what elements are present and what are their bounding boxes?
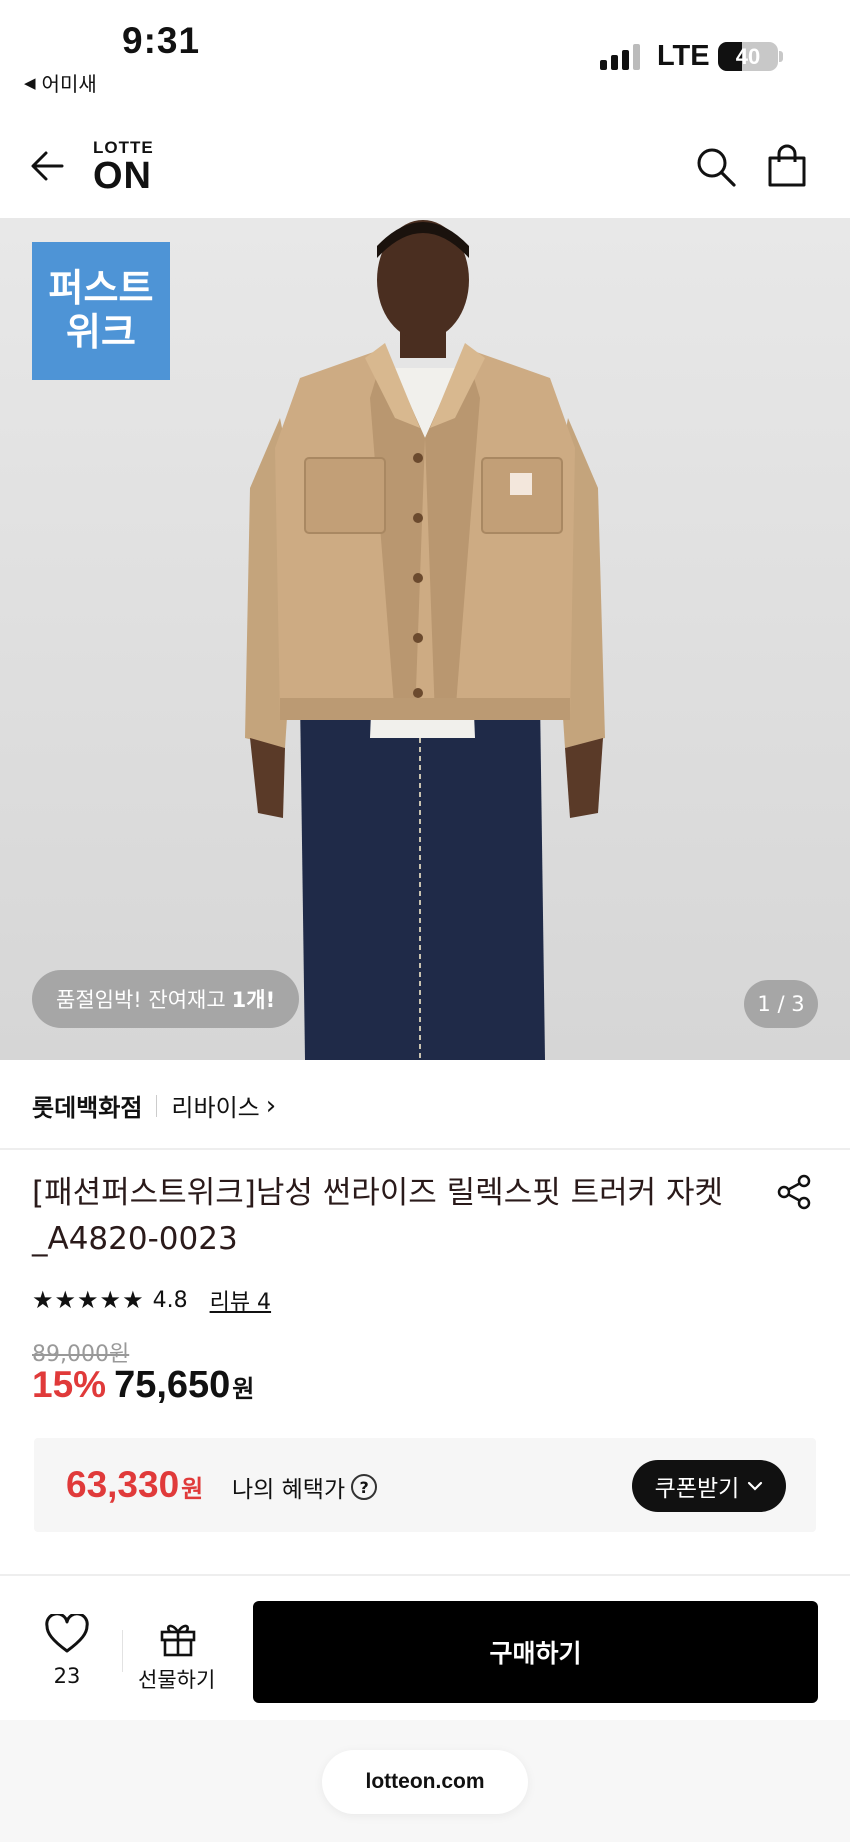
back-arrow-icon[interactable] [28, 146, 68, 186]
lotte-on-logo[interactable]: LOTTE ON [93, 138, 154, 197]
status-bar: 9:31 ◀ 어미새 LTE 40 [0, 0, 850, 110]
gift-icon[interactable] [158, 1618, 198, 1658]
get-coupon-button[interactable]: 쿠폰받기 [632, 1460, 786, 1512]
back-to-app-link[interactable]: ◀ 어미새 [24, 68, 97, 97]
gift-button-label[interactable]: 선물하기 [138, 1664, 215, 1694]
benefit-label-text: 나의 혜택가 [232, 1477, 346, 1503]
product-title: [패션퍼스트위크]남성 썬라이즈 릴렉스핏 트러커 자켓_A4820-0023 [32, 1175, 724, 1257]
sale-price-currency: 원 [232, 1375, 255, 1403]
benefit-price-box: 63,330 원 나의 혜택가 ? 쿠폰받기 [34, 1438, 816, 1532]
chevron-right-icon: › [265, 1090, 277, 1121]
low-stock-pill: 품절임박! 잔여재고 1개! [32, 970, 300, 1028]
benefit-label: 나의 혜택가 ? [232, 1470, 378, 1504]
section-divider [0, 1148, 850, 1150]
brand-link[interactable]: 리바이스 [171, 1088, 259, 1123]
shopping-bag-icon[interactable] [766, 144, 808, 188]
bottom-bar-separator [122, 1630, 123, 1672]
rating-value: 4.8 [152, 1287, 188, 1313]
help-icon[interactable]: ? [351, 1474, 378, 1500]
benefit-price-value: 63,330 [66, 1464, 180, 1505]
network-type: LTE [657, 40, 710, 72]
buy-button[interactable]: 구매하기 [253, 1601, 818, 1703]
stock-text: 품절임박! 잔여재고 [56, 988, 226, 1012]
bottom-bar-divider [0, 1574, 850, 1576]
wish-count: 23 [53, 1664, 81, 1688]
sale-price-row: 15% 75,650 원 [32, 1364, 254, 1407]
department-store-name[interactable]: 롯데백화점 [32, 1088, 142, 1123]
image-page-indicator: 1 / 3 [744, 980, 818, 1028]
app-header: LOTTE ON [0, 118, 850, 218]
logo-main-text: ON [93, 155, 152, 197]
back-app-label: 어미새 [41, 72, 97, 96]
star-rating-icon: ★★★★★ [32, 1286, 145, 1314]
battery-percent: 40 [735, 44, 761, 69]
signal-icon [600, 44, 640, 70]
share-icon[interactable] [776, 1174, 812, 1210]
discount-rate: 15% [32, 1364, 107, 1405]
product-image-carousel[interactable]: 퍼스트 위크 품절임박! 잔여재고 1개! 1 / 3 [0, 218, 850, 1060]
battery-tip [779, 51, 783, 62]
benefit-price-currency: 원 [181, 1475, 204, 1503]
chevron-down-icon [748, 1481, 763, 1491]
sale-price: 75,650 [114, 1364, 231, 1406]
battery-icon: 40 [718, 42, 778, 71]
store-separator [156, 1094, 158, 1117]
back-triangle-icon: ◀ [24, 73, 36, 92]
browser-domain-pill[interactable]: lotteon.com [322, 1750, 528, 1814]
benefit-price: 63,330 원 [66, 1464, 203, 1506]
status-time: 9:31 [122, 20, 201, 61]
search-icon[interactable] [695, 146, 737, 188]
heart-icon[interactable] [44, 1614, 90, 1654]
coupon-button-label: 쿠폰받기 [654, 1476, 740, 1502]
first-week-badge: 퍼스트 위크 [32, 242, 170, 380]
stock-count: 1개! [231, 988, 276, 1012]
review-link[interactable]: 리뷰 4 [210, 1284, 271, 1316]
rating-row: ★★★★★ 4.8 리뷰 4 [32, 1284, 271, 1316]
badge-line1: 퍼스트 [48, 266, 154, 310]
store-brand-row: 롯데백화점 리바이스 › [32, 1088, 276, 1123]
badge-line2: 위크 [66, 310, 136, 354]
